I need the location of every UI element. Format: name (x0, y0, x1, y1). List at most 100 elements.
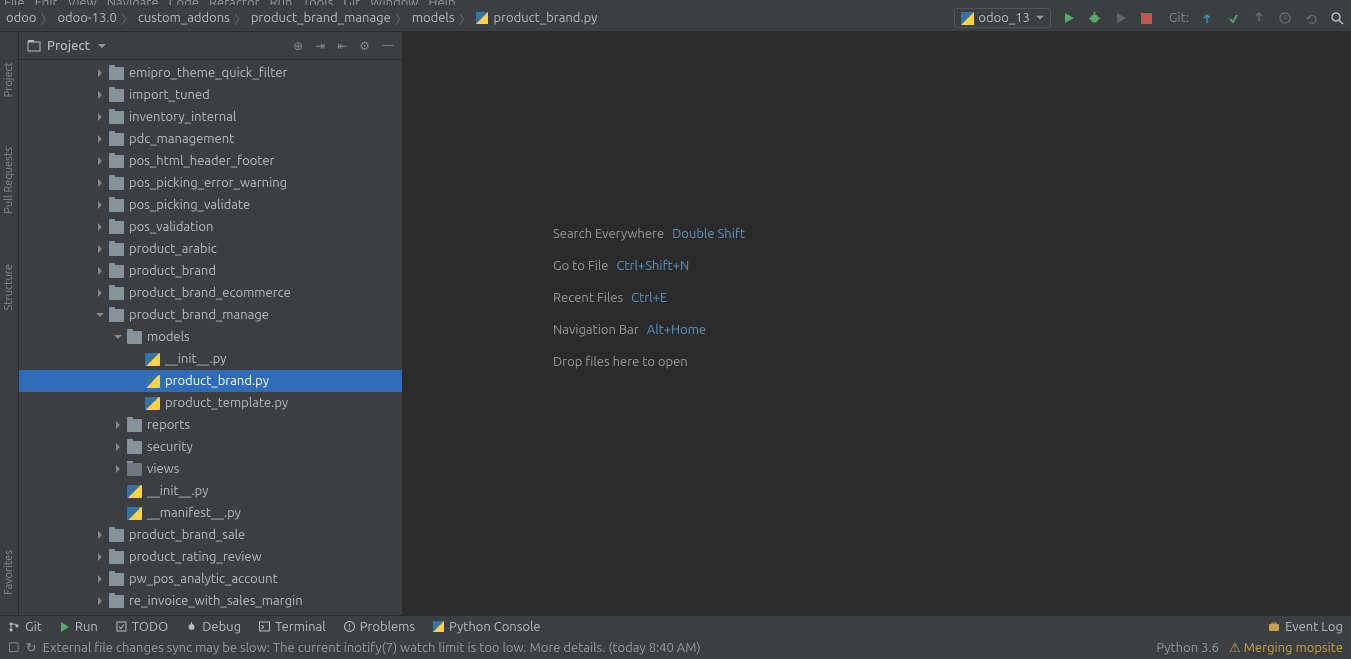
dropdown-icon[interactable] (98, 44, 106, 52)
hint-label: Drop files here to open (553, 355, 688, 369)
git-update-button[interactable] (1199, 10, 1215, 26)
breadcrumb[interactable]: odoo〉 odoo-13.0〉 custom_addons〉 product_… (6, 9, 597, 28)
tree-item-label: emipro_theme_quick_filter (129, 66, 287, 80)
breadcrumb-item[interactable]: product_brand.py (493, 11, 597, 25)
tree-item-inventory-internal[interactable]: inventory_internal (19, 106, 402, 128)
tree-item-pdc-management[interactable]: pdc_management (19, 128, 402, 150)
tab-debug[interactable]: Debug (186, 620, 241, 634)
tree-item-security[interactable]: security (19, 436, 402, 458)
tree-item-re-invoice-with-sales-margin[interactable]: re_invoice_with_sales_margin (19, 590, 402, 612)
run-button[interactable] (1061, 10, 1077, 26)
tree-item-label: pdc_management (129, 132, 234, 146)
expand-arrow-icon[interactable] (111, 418, 125, 432)
search-button[interactable] (1329, 10, 1345, 26)
rail-project[interactable]: Project (3, 62, 15, 97)
project-tree[interactable]: emipro_theme_quick_filter import_tunedinv… (19, 60, 402, 615)
expand-arrow-icon[interactable] (93, 308, 107, 322)
tree-item-emipro-theme-quick-filter[interactable]: emipro_theme_quick_filter (19, 62, 402, 84)
status-git-branch[interactable]: ⚠ Merging mopsite (1229, 641, 1343, 656)
breadcrumb-item[interactable]: custom_addons (138, 11, 230, 25)
expand-arrow-icon[interactable] (111, 440, 125, 454)
tab-todo[interactable]: TODO (116, 620, 168, 634)
expand-arrow-icon[interactable] (93, 66, 107, 80)
breadcrumb-item[interactable]: product_brand_manage (251, 11, 391, 25)
tree-item-pw-pos-analytic-account[interactable]: pw_pos_analytic_account (19, 568, 402, 590)
run-coverage-button[interactable] (1113, 10, 1129, 26)
tree-item-pos-html-header-footer[interactable]: pos_html_header_footer (19, 150, 402, 172)
expand-all-button[interactable]: ⇥ (315, 39, 325, 53)
tree-item-label: __manifest__.py (147, 506, 241, 520)
stop-button[interactable] (1139, 10, 1155, 26)
expand-arrow-icon[interactable] (111, 462, 125, 476)
rail-structure[interactable]: Structure (3, 264, 15, 311)
tree-item-pos-picking-validate[interactable]: pos_picking_validate (19, 194, 402, 216)
expand-arrow-icon[interactable] (93, 264, 107, 278)
folder-icon (109, 551, 124, 564)
python-file-icon (145, 397, 160, 410)
tree-item-models[interactable]: models (19, 326, 402, 348)
tab-python-console[interactable]: Python Console (433, 620, 541, 634)
breadcrumb-item[interactable]: odoo-13.0 (57, 11, 116, 25)
tree-item-product-brand-ecommerce[interactable]: product_brand_ecommerce (19, 282, 402, 304)
tree-item-product-brand-py[interactable]: product_brand.py (19, 370, 402, 392)
expand-arrow-icon[interactable] (93, 88, 107, 102)
tree-item-label: import_tuned (129, 88, 210, 102)
tree-item-product-rating-review[interactable]: product_rating_review (19, 546, 402, 568)
breadcrumb-item[interactable]: models (412, 11, 455, 25)
git-commit-button[interactable] (1225, 10, 1241, 26)
rail-favorites[interactable]: Favorites (3, 550, 15, 595)
status-tool-window-button[interactable]: ☐ (8, 641, 20, 656)
expand-arrow-icon[interactable] (93, 528, 107, 542)
editor-area[interactable]: Search EverywhereDouble Shift Go to File… (403, 32, 1351, 615)
tree-item-views[interactable]: views (19, 458, 402, 480)
tree-item-label: product_brand.py (165, 374, 269, 388)
breadcrumb-item[interactable]: odoo (6, 11, 36, 25)
tree-item-product-brand-sale[interactable]: product_brand_sale (19, 524, 402, 546)
expand-arrow-icon[interactable] (93, 110, 107, 124)
git-history-button[interactable] (1277, 10, 1293, 26)
expand-arrow-icon[interactable] (93, 242, 107, 256)
select-opened-file-button[interactable]: ⊕ (293, 39, 303, 53)
tab-terminal[interactable]: Terminal (259, 620, 326, 634)
expand-arrow-icon[interactable] (93, 220, 107, 234)
tree-item-product-arabic[interactable]: product_arabic (19, 238, 402, 260)
tab-event-log[interactable]: Event Log (1268, 620, 1343, 634)
expand-arrow-icon[interactable] (93, 594, 107, 608)
expand-arrow-icon[interactable] (93, 154, 107, 168)
debug-button[interactable] (1087, 10, 1103, 26)
folder-icon (109, 177, 124, 190)
panel-settings-button[interactable]: ⚙ (359, 39, 370, 53)
expand-arrow-icon[interactable] (93, 198, 107, 212)
tab-problems[interactable]: Problems (344, 620, 415, 634)
tree-item--init-py[interactable]: __init__.py (19, 480, 402, 502)
git-rollback-button[interactable] (1303, 10, 1319, 26)
expand-arrow-icon[interactable] (93, 286, 107, 300)
tree-item-pos-validation[interactable]: pos_validation (19, 216, 402, 238)
tree-item-product-brand[interactable]: product_brand (19, 260, 402, 282)
tree-item--manifest-py[interactable]: __manifest__.py (19, 502, 402, 524)
tree-item-import-tuned[interactable]: import_tuned (19, 84, 402, 106)
expand-arrow-icon[interactable] (111, 330, 125, 344)
expand-arrow-icon[interactable] (93, 572, 107, 586)
hide-panel-button[interactable]: — (382, 39, 394, 53)
status-message[interactable]: External file changes sync may be slow: … (43, 641, 701, 655)
status-python[interactable]: Python 3.6 (1156, 641, 1219, 655)
panel-title[interactable]: Project (47, 39, 90, 53)
folder-icon (127, 441, 142, 454)
tree-item-pos-picking-error-warning[interactable]: pos_picking_error_warning (19, 172, 402, 194)
tree-item--init-py[interactable]: __init__.py (19, 348, 402, 370)
tree-item-reports[interactable]: reports (19, 414, 402, 436)
tab-git[interactable]: Git (8, 620, 42, 634)
tab-run[interactable]: Run (60, 620, 98, 634)
tree-item-product-brand-manage[interactable]: product_brand_manage (19, 304, 402, 326)
expand-arrow-icon[interactable] (93, 176, 107, 190)
git-push-button[interactable] (1251, 10, 1267, 26)
collapse-all-button[interactable]: ⇤ (337, 39, 347, 53)
folder-icon (109, 309, 124, 322)
run-configuration-dropdown[interactable]: odoo_13 (954, 8, 1050, 28)
tree-item-product-template-py[interactable]: product_template.py (19, 392, 402, 414)
navigation-bar: odoo〉 odoo-13.0〉 custom_addons〉 product_… (0, 5, 1351, 32)
expand-arrow-icon[interactable] (93, 550, 107, 564)
rail-pull-requests[interactable]: Pull Requests (3, 147, 15, 214)
expand-arrow-icon[interactable] (93, 132, 107, 146)
